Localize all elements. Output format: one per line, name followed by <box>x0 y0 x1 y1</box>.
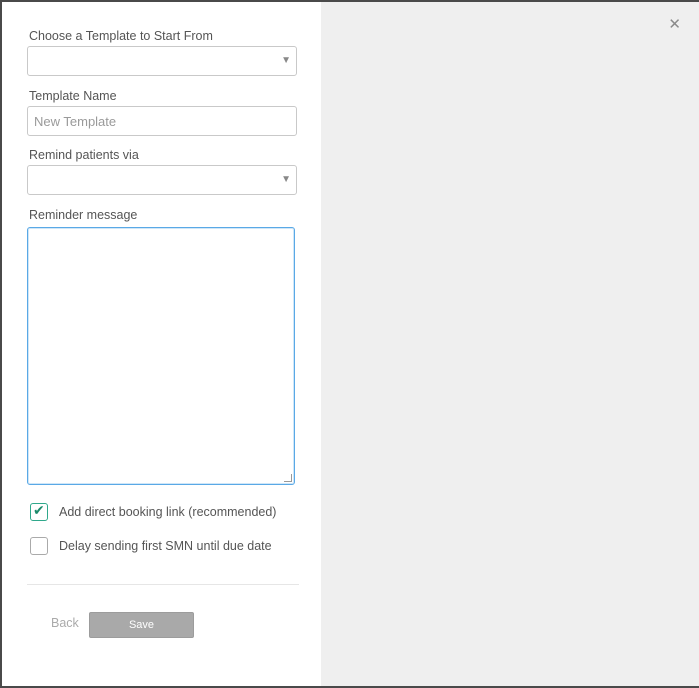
chevron-down-icon: ▼ <box>281 174 291 185</box>
back-button[interactable]: Back <box>51 616 79 630</box>
template-select[interactable]: ▼ <box>27 46 297 76</box>
close-icon[interactable]: ✕ <box>668 17 681 32</box>
preview-pane <box>321 2 699 686</box>
template-name-label: Template Name <box>29 89 117 103</box>
remind-via-select[interactable]: ▼ <box>27 165 297 195</box>
checkmark-icon: ✔ <box>33 502 45 518</box>
reminder-template-modal: ✕ Choose a Template to Start From ▼ Temp… <box>2 2 699 686</box>
remind-via-label: Remind patients via <box>29 148 139 162</box>
template-select-label: Choose a Template to Start From <box>29 29 213 43</box>
template-name-field[interactable] <box>27 106 297 136</box>
reminder-message-label: Reminder message <box>29 208 138 222</box>
template-name-input[interactable] <box>28 107 295 135</box>
resize-grip-icon[interactable] <box>284 474 292 482</box>
chevron-down-icon: ▼ <box>281 55 291 66</box>
divider <box>27 584 299 585</box>
reminder-message-textarea[interactable] <box>27 227 295 485</box>
save-button[interactable]: Save <box>89 612 194 638</box>
delay-sending-label: Delay sending first SMN until due date <box>59 539 272 553</box>
delay-sending-option[interactable]: Delay sending first SMN until due date <box>30 536 272 556</box>
booking-link-option[interactable]: ✔ Add direct booking link (recommended) <box>30 502 276 522</box>
booking-link-checkbox[interactable]: ✔ <box>30 503 48 521</box>
delay-sending-checkbox[interactable] <box>30 537 48 555</box>
booking-link-label: Add direct booking link (recommended) <box>59 505 277 519</box>
